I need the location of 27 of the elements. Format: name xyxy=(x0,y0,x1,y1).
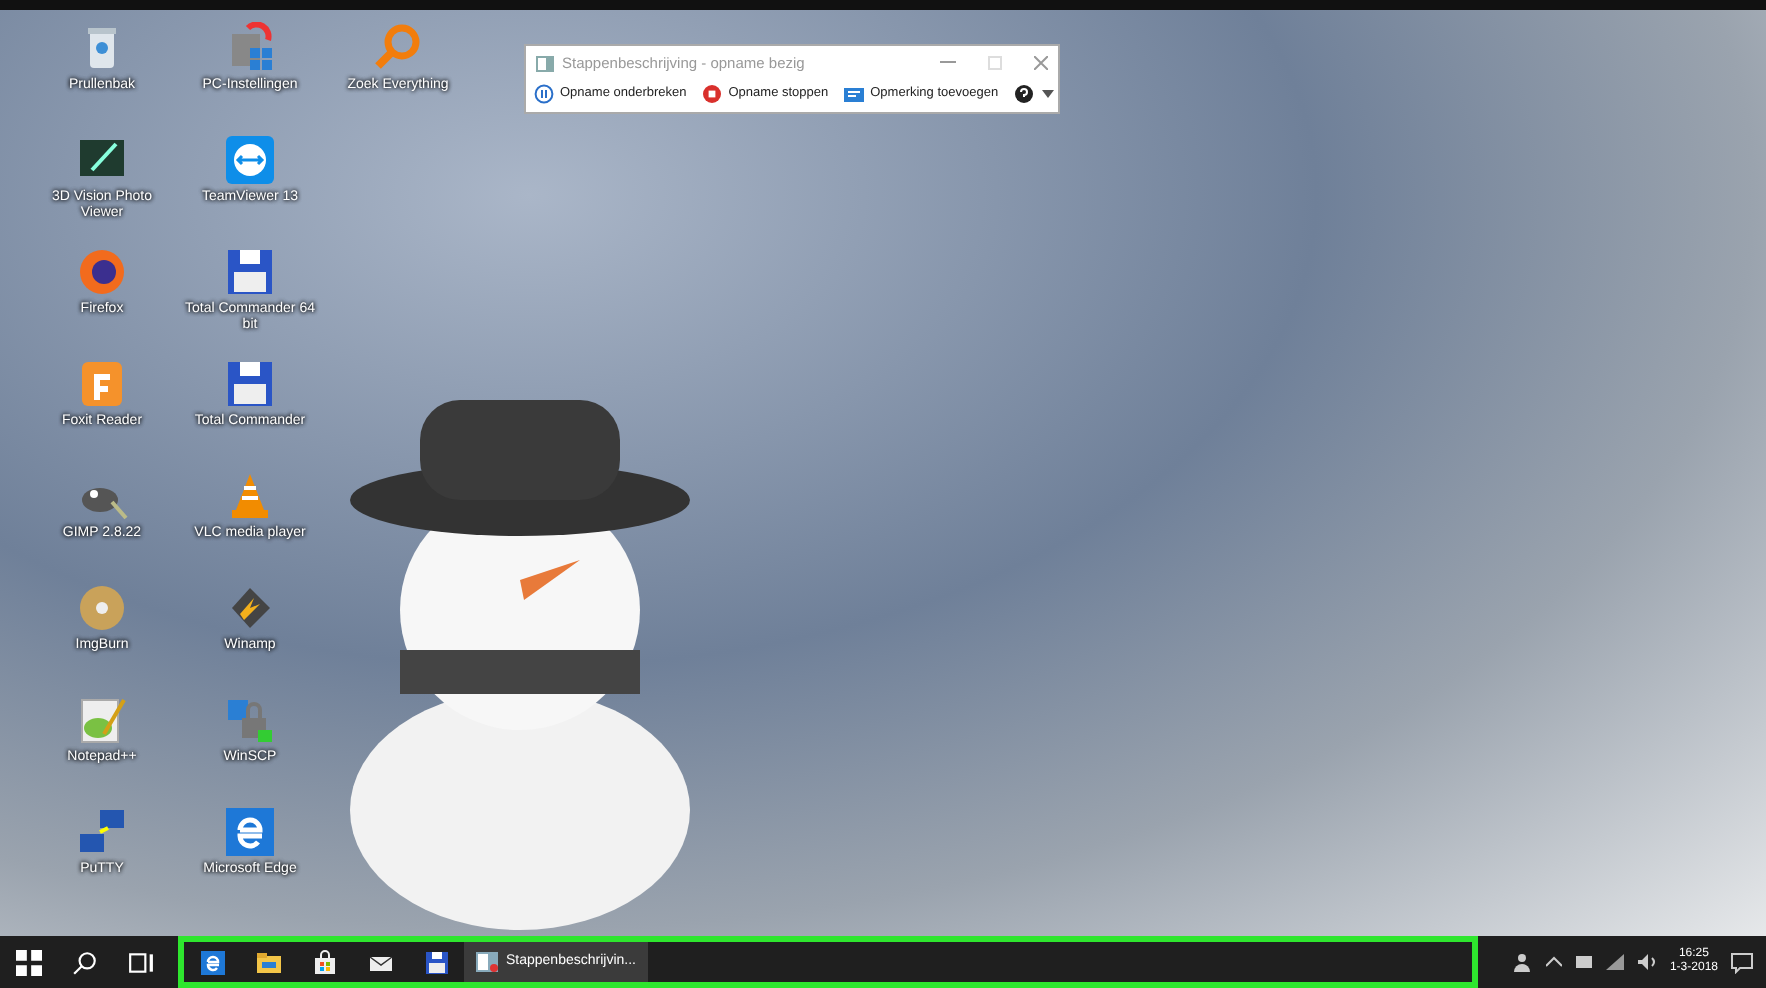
app-icon xyxy=(536,55,554,72)
search-icon xyxy=(71,949,97,975)
windows-logo-icon xyxy=(15,949,41,975)
globe-icon[interactable] xyxy=(76,246,128,298)
browser-icon xyxy=(199,949,225,975)
app-icon xyxy=(476,952,498,972)
volume-icon[interactable] xyxy=(1637,954,1658,970)
close-icon[interactable] xyxy=(1034,56,1048,71)
task-view-icon xyxy=(127,949,153,975)
help-icon[interactable] xyxy=(1014,84,1035,105)
stop-icon xyxy=(702,84,723,105)
document-icon[interactable] xyxy=(76,358,128,410)
comment-icon xyxy=(844,84,865,105)
folder-icon xyxy=(255,949,281,975)
arrows-icon[interactable] xyxy=(224,134,276,186)
disc-icon[interactable] xyxy=(76,582,128,634)
wifi-icon[interactable] xyxy=(1605,954,1626,970)
pause-icon xyxy=(534,84,554,105)
chevron-icon[interactable] xyxy=(1545,956,1562,968)
computers-icon[interactable] xyxy=(76,806,128,858)
notepad-icon[interactable] xyxy=(76,694,128,746)
shopping-bag-icon xyxy=(311,949,337,975)
notification-icon[interactable] xyxy=(1730,951,1754,973)
browser-icon[interactable] xyxy=(224,806,276,858)
people-icon[interactable] xyxy=(1513,952,1534,972)
caret-icon[interactable] xyxy=(1042,90,1055,99)
minimize-icon[interactable] xyxy=(940,56,956,69)
